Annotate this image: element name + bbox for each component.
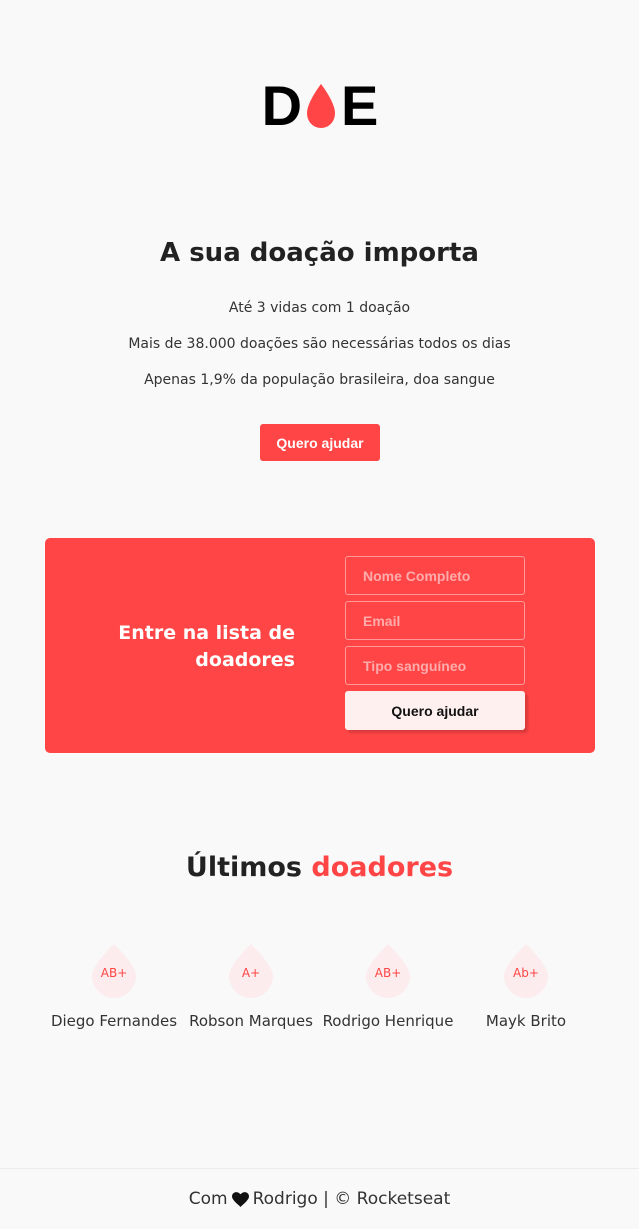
logo-letter-d: D — [261, 74, 302, 137]
donor-blood-type: AB+ — [100, 966, 128, 980]
donor-blood-type: Ab+ — [513, 966, 539, 980]
donor-name: Mayk Brito — [485, 1012, 567, 1030]
hero-help-button[interactable]: Quero ajudar — [260, 424, 380, 461]
footer-prefix: Com — [188, 1189, 228, 1209]
email-field[interactable]: Email — [345, 601, 525, 640]
hero-fact-1: Até 3 vidas com 1 doação — [228, 300, 411, 316]
blood-type-field-placeholder: Tipo sanguíneo — [363, 657, 467, 674]
donor-signup-panel: Entre na lista de doadores Nome Completo… — [45, 538, 595, 753]
donor-name: Rodrigo Henrique — [322, 1012, 454, 1030]
signup-title-line2: doadores — [195, 649, 295, 671]
hero-fact-3: Apenas 1,9% da população brasileira, doa… — [144, 372, 495, 388]
donor-name: Robson Marques — [189, 1012, 313, 1030]
donors-title-plain: Últimos — [185, 852, 303, 883]
hero-fact-2: Mais de 38.000 doações são necessárias t… — [128, 336, 511, 352]
footer: Com Rodrigo | © Rocketseat — [0, 1168, 639, 1229]
footer-suffix: Rodrigo | © Rocketseat — [252, 1189, 451, 1209]
donors-title: Últimos doadores — [0, 852, 639, 883]
signup-title-line1: Entre na lista de — [118, 622, 295, 644]
heart-icon — [231, 1191, 249, 1207]
name-field-placeholder: Nome Completo — [363, 567, 471, 584]
logo: D E — [0, 74, 639, 137]
donor-blood-type: A+ — [241, 966, 261, 980]
blood-drop-icon — [307, 84, 336, 128]
donor-name: Diego Fernandes — [50, 1012, 178, 1030]
logo-letter-e: E — [341, 74, 378, 137]
email-field-placeholder: Email — [363, 612, 401, 629]
hero-title: A sua doação importa — [160, 238, 479, 268]
donors-title-accent: doadores — [311, 852, 454, 883]
donor-blood-type: AB+ — [374, 966, 402, 980]
signup-submit-button[interactable]: Quero ajudar — [345, 691, 525, 730]
signup-title: Entre na lista de doadores — [115, 620, 295, 674]
name-field[interactable]: Nome Completo — [345, 556, 525, 595]
blood-type-field[interactable]: Tipo sanguíneo — [345, 646, 525, 685]
